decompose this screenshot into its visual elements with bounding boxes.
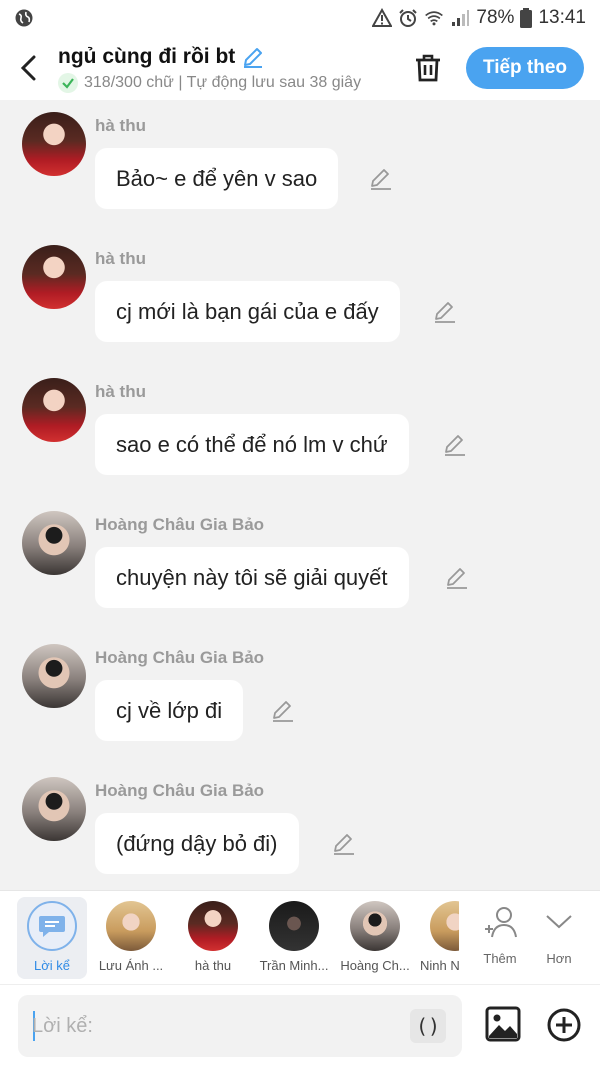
add-character-button[interactable]: Thêm bbox=[470, 891, 530, 985]
avatar[interactable] bbox=[22, 644, 86, 708]
title-block: ngủ cùng đi rồi bt 318/300 chữ | Tự động… bbox=[58, 43, 400, 93]
edit-icon[interactable] bbox=[442, 432, 468, 458]
message-item: hà thu cj mới là bạn gái của e đấy bbox=[0, 233, 600, 366]
message-item: Hoàng Châu Gia Bảo cj về lớp đi bbox=[0, 632, 600, 765]
edit-icon[interactable] bbox=[270, 698, 296, 724]
narration-input-wrapper: () bbox=[18, 995, 462, 1057]
edit-icon[interactable] bbox=[444, 565, 470, 591]
edit-icon[interactable] bbox=[368, 166, 394, 192]
message-bubble[interactable]: cj về lớp đi bbox=[95, 680, 244, 741]
character-avatar bbox=[269, 901, 319, 951]
character-narrator[interactable]: Lời kể bbox=[0, 891, 87, 985]
character-item[interactable]: hà thu bbox=[173, 891, 253, 985]
message-bubble[interactable]: sao e có thể để nó lm v chứ bbox=[95, 414, 409, 475]
narrator-icon bbox=[27, 901, 77, 951]
delete-button[interactable] bbox=[400, 40, 456, 96]
character-avatar bbox=[430, 901, 459, 951]
character-bar: Lời kể Lưu Ánh ... hà thu Trần Minh... H… bbox=[0, 890, 600, 984]
avatar[interactable] bbox=[22, 245, 86, 309]
input-bar: () bbox=[0, 984, 600, 1067]
character-avatar bbox=[188, 901, 238, 951]
clock: 13:41 bbox=[538, 7, 586, 28]
avatar[interactable] bbox=[22, 777, 86, 841]
sender-name: Hoàng Châu Gia Bảo bbox=[95, 648, 265, 667]
message-bubble[interactable]: chuyện này tôi sẽ giải quyết bbox=[95, 547, 409, 608]
character-label: Lời kể bbox=[34, 958, 70, 973]
emoji-button[interactable]: () bbox=[410, 1009, 446, 1043]
character-item[interactable]: Lưu Ánh ... bbox=[91, 891, 171, 985]
back-button[interactable] bbox=[0, 36, 58, 100]
warning-icon bbox=[372, 8, 393, 27]
edit-icon[interactable] bbox=[331, 831, 357, 857]
trash-icon bbox=[416, 54, 440, 82]
sender-name: hà thu bbox=[95, 116, 146, 135]
globe-icon bbox=[15, 9, 33, 27]
chevron-down-icon bbox=[546, 915, 572, 929]
narration-input[interactable] bbox=[32, 995, 402, 1057]
sender-name: hà thu bbox=[95, 249, 146, 268]
message-item: Hoàng Châu Gia Bảo chuyện này tôi sẽ giả… bbox=[0, 499, 600, 632]
character-label: Hoàng Ch... bbox=[340, 958, 410, 973]
story-title: ngủ cùng đi rồi bt bbox=[58, 45, 236, 68]
sender-name: hà thu bbox=[95, 382, 146, 401]
character-label: Lưu Ánh ... bbox=[98, 958, 164, 973]
character-item[interactable]: Trần Minh... bbox=[254, 891, 334, 985]
signal-icon bbox=[452, 10, 470, 26]
edit-icon[interactable] bbox=[432, 299, 458, 325]
more-label: Hơn bbox=[546, 951, 572, 966]
message-bubble[interactable]: (đứng dậy bỏ đi) bbox=[95, 813, 299, 874]
message-bubble[interactable]: Bảo~ e để yên v sao bbox=[95, 148, 339, 209]
next-button[interactable]: Tiếp theo bbox=[466, 47, 584, 89]
add-circle-icon[interactable] bbox=[546, 1007, 582, 1043]
message-list: hà thu Bảo~ e để yên v sao hà thu cj mới… bbox=[0, 100, 600, 890]
alarm-icon bbox=[399, 9, 418, 27]
character-label: Ninh N bbox=[420, 958, 459, 973]
battery-percent: 78% bbox=[476, 7, 515, 28]
status-bar: 78% 13:41 bbox=[0, 0, 600, 36]
edit-title-icon[interactable] bbox=[241, 45, 265, 69]
header: ngủ cùng đi rồi bt 318/300 chữ | Tự động… bbox=[0, 36, 600, 100]
avatar[interactable] bbox=[22, 511, 86, 575]
character-avatar bbox=[350, 901, 400, 951]
message-item: hà thu Bảo~ e để yên v sao bbox=[0, 100, 600, 233]
image-icon[interactable] bbox=[484, 1005, 522, 1043]
character-label: hà thu bbox=[194, 958, 232, 973]
chevron-left-icon bbox=[20, 55, 36, 81]
more-button[interactable]: Hơn bbox=[529, 891, 589, 985]
avatar[interactable] bbox=[22, 112, 86, 176]
word-count-status: 318/300 chữ | Tự động lưu sau 38 giây bbox=[84, 74, 362, 91]
avatar[interactable] bbox=[22, 378, 86, 442]
message-bubble[interactable]: cj mới là bạn gái của e đấy bbox=[95, 281, 400, 342]
sender-name: Hoàng Châu Gia Bảo bbox=[95, 515, 265, 534]
character-item[interactable]: Hoàng Ch... bbox=[335, 891, 415, 985]
check-icon bbox=[58, 73, 78, 93]
add-person-icon bbox=[485, 907, 517, 938]
message-item: Hoàng Châu Gia Bảo (đứng dậy bỏ đi) bbox=[0, 765, 600, 890]
wifi-icon bbox=[425, 11, 444, 26]
message-item: hà thu sao e có thể để nó lm v chứ bbox=[0, 366, 600, 499]
character-avatar bbox=[106, 901, 156, 951]
character-label: Trần Minh... bbox=[259, 958, 329, 973]
add-label: Thêm bbox=[483, 951, 517, 966]
sender-name: Hoàng Châu Gia Bảo bbox=[95, 781, 265, 800]
character-item[interactable]: Ninh N bbox=[415, 891, 459, 985]
battery-icon bbox=[520, 8, 533, 28]
